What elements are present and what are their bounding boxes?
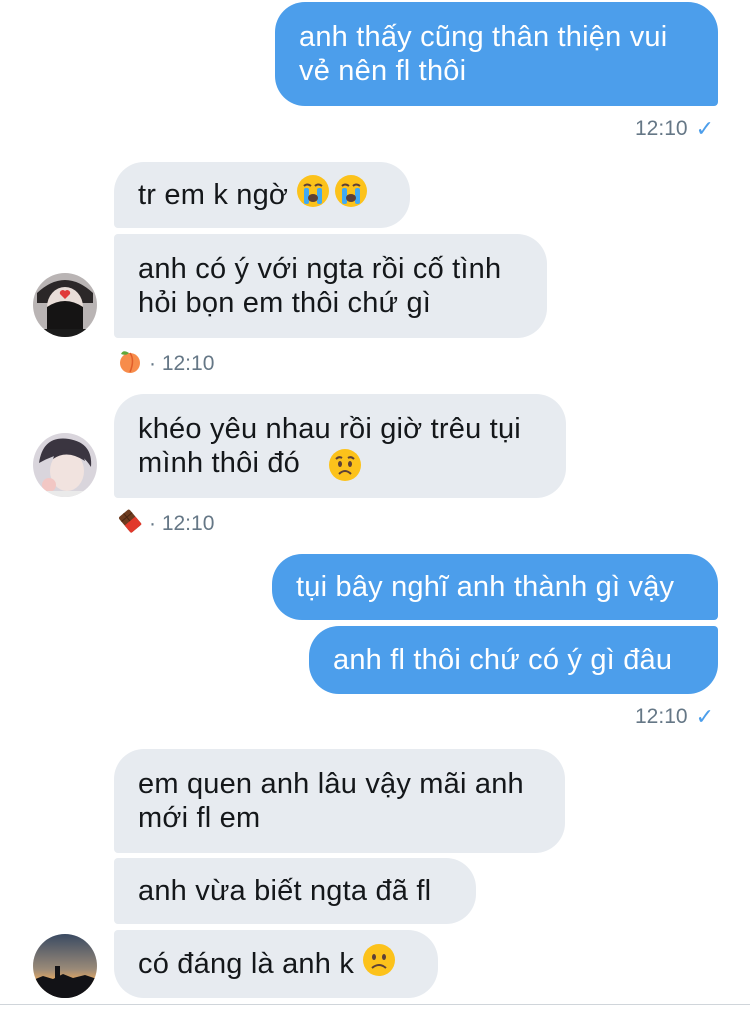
incoming-message[interactable]: em quen anh lâu vậy mãi anh mới fl em bbox=[114, 749, 565, 853]
outgoing-message[interactable]: anh fl thôi chứ có ý gì đâu bbox=[309, 626, 718, 694]
timestamp: · 12:10 bbox=[149, 512, 215, 535]
divider bbox=[0, 1004, 750, 1005]
avatar[interactable] bbox=[33, 433, 97, 497]
message-text: anh vừa biết ngta đã fl bbox=[138, 875, 432, 907]
crying-face-icon bbox=[334, 174, 368, 216]
avatar[interactable] bbox=[33, 273, 97, 337]
message-text: anh fl thôi chứ có ý gì đâu bbox=[333, 644, 673, 676]
incoming-message[interactable]: anh vừa biết ngta đã fl bbox=[114, 858, 476, 924]
message-text: em quen anh lâu vậy mãi anh mới fl em bbox=[138, 768, 524, 834]
message-meta: · 12:10 bbox=[117, 508, 214, 540]
chocolate-icon[interactable] bbox=[117, 508, 143, 540]
incoming-message[interactable]: anh có ý với ngta rồi cố tình hỏi bọn em… bbox=[114, 234, 547, 338]
timestamp: 12:10 bbox=[635, 117, 688, 140]
outgoing-message[interactable]: anh thấy cũng thân thiện vui vẻ nên fl t… bbox=[275, 2, 718, 106]
incoming-message[interactable]: tr em k ngờ bbox=[114, 162, 410, 228]
timestamp: 12:10 bbox=[635, 705, 688, 728]
message-meta: 12:10 ✓ bbox=[635, 116, 714, 142]
read-check-icon: ✓ bbox=[695, 704, 714, 729]
message-meta: 12:10 ✓ bbox=[635, 704, 714, 730]
avatar[interactable] bbox=[33, 934, 97, 998]
peach-icon[interactable] bbox=[117, 348, 143, 380]
crying-face-icon bbox=[296, 174, 330, 216]
timestamp: · 12:10 bbox=[149, 352, 215, 375]
read-check-icon: ✓ bbox=[695, 116, 714, 141]
message-text: anh có ý với ngta rồi cố tình hỏi bọn em… bbox=[138, 253, 502, 319]
message-text: anh thấy cũng thân thiện vui vẻ nên fl t… bbox=[299, 21, 668, 87]
message-text: có đáng là anh k bbox=[138, 948, 355, 980]
message-text: tr em k ngờ bbox=[138, 179, 289, 211]
incoming-message[interactable]: có đáng là anh k bbox=[114, 930, 438, 998]
slightly-frowning-face-icon bbox=[362, 943, 396, 985]
incoming-message[interactable]: khéo yêu nhau rồi giờ trêu tụi mình thôi… bbox=[114, 394, 566, 498]
message-meta: · 12:10 bbox=[117, 348, 214, 380]
outgoing-message[interactable]: tụi bây nghĩ anh thành gì vậy bbox=[272, 554, 718, 620]
worried-face-icon bbox=[328, 448, 362, 490]
message-text: tụi bây nghĩ anh thành gì vậy bbox=[296, 571, 675, 603]
